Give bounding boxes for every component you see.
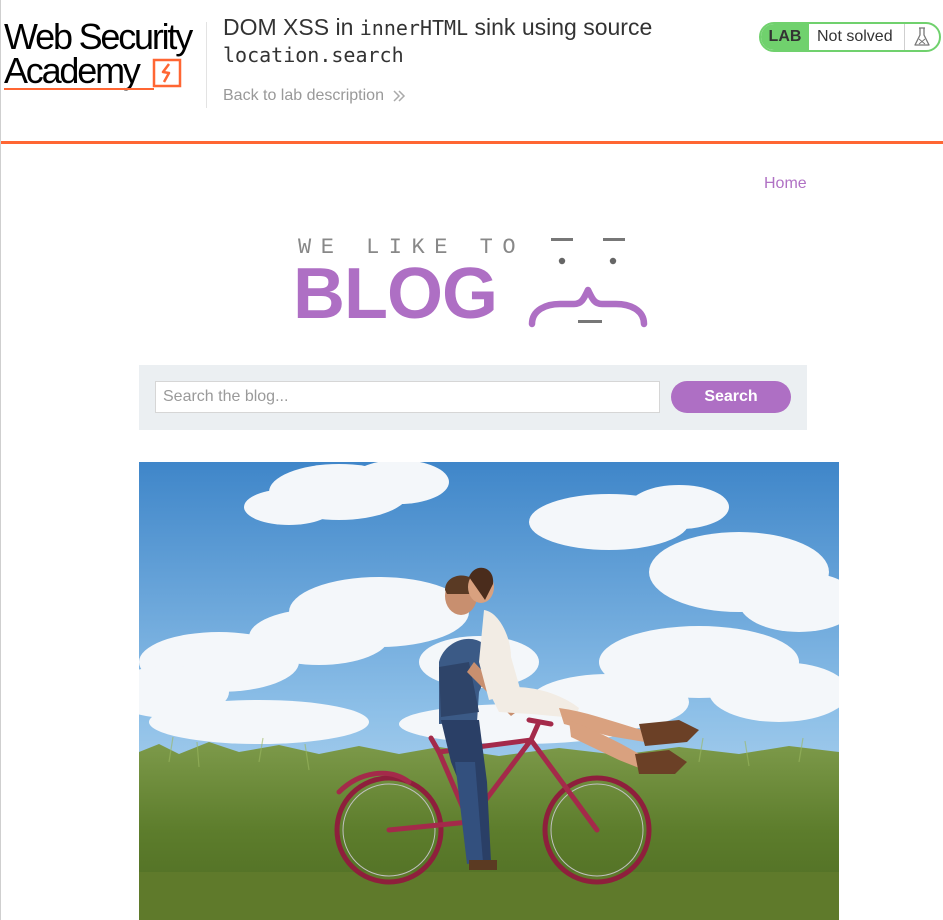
flask-icon [904, 24, 939, 50]
lightning-bolt-icon [152, 58, 182, 88]
back-to-lab-description-link[interactable]: Back to lab description [223, 87, 406, 105]
lab-title-code-sink: innerHTML [359, 16, 469, 40]
lab-badge: LAB [761, 24, 809, 50]
lab-status-widget: LAB Not solved [759, 22, 941, 52]
lab-title-code-source: location.search [223, 43, 404, 67]
blog-logo-word: BLOG [293, 254, 498, 334]
logo-line1: Web Security [4, 16, 193, 57]
search-section: Search [139, 365, 807, 430]
search-button[interactable]: Search [671, 381, 791, 413]
logo-line2: Academy [4, 50, 141, 91]
double-chevron-right-icon [393, 90, 406, 102]
header-accent-line [1, 141, 943, 144]
lab-status-text: Not solved [817, 28, 893, 45]
lab-title: DOM XSS in innerHTML sink using source l… [223, 14, 652, 68]
blog-post-image[interactable] [139, 462, 839, 920]
lab-title-prefix: DOM XSS in [223, 14, 360, 40]
web-security-academy-logo[interactable]: Web Security Academy [4, 18, 204, 94]
academy-header: Web Security Academy DOM XSS in innerHTM… [1, 0, 943, 144]
nav-home-link[interactable]: Home [764, 175, 807, 193]
couple-on-bicycle-photo-icon [139, 462, 839, 920]
search-input[interactable] [155, 381, 660, 413]
header-divider [206, 22, 207, 108]
logo-underline [4, 88, 154, 90]
curly-brace-face-icon [528, 238, 648, 328]
blog-logo: WE LIKE TO BLOG [291, 232, 661, 332]
back-link-label: Back to lab description [223, 87, 384, 104]
lab-title-middle: sink using source [468, 14, 653, 40]
